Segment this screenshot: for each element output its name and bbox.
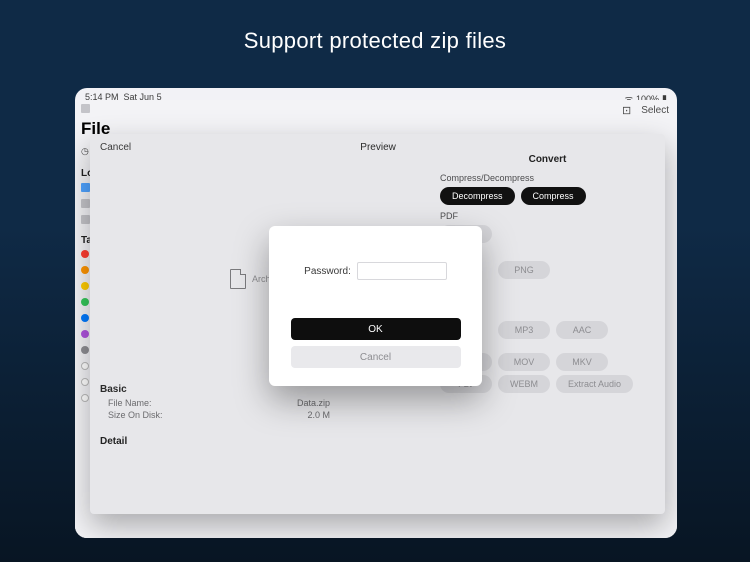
tag-dot-green [81,298,89,306]
ok-button[interactable]: OK [291,318,461,340]
tag-dot-generic [81,378,89,386]
password-modal: Password: OK Cancel [269,226,482,386]
compress-subheading: Compress/Decompress [440,173,655,183]
select-button[interactable]: Select [641,105,669,116]
filename-value: Data.zip [297,398,330,408]
filename-label: File Name: [108,398,152,408]
tag-dot-yellow [81,282,89,290]
folder-icon [81,199,90,208]
mkv-button[interactable]: MKV [556,353,608,371]
filename-row: File Name: Data.zip [100,397,330,409]
extract-audio-button[interactable]: Extract Audio [556,375,633,393]
tag-dot-generic [81,394,89,402]
tag-dot-white [81,362,89,370]
promo-title: Support protected zip files [0,0,750,54]
trash-icon [81,215,90,224]
png-button[interactable]: PNG [498,261,550,279]
mov-button[interactable]: MOV [498,353,550,371]
password-label: Password: [304,266,351,277]
aac-button[interactable]: AAC [556,321,608,339]
cloud-icon [81,183,90,192]
file-icon [230,269,246,289]
ipad-screen: 5:14 PM Sat Jun 5 ᯤ 100% ▮ ⊡ Select File… [75,88,677,538]
webm-button[interactable]: WEBM [498,375,550,393]
tag-dot-orange [81,266,89,274]
basic-info: Basic File Name: Data.zip Size On Disk: … [100,384,330,421]
mp3-button[interactable]: MP3 [498,321,550,339]
password-input[interactable] [357,262,447,280]
cast-icon[interactable]: ⊡ [622,104,631,117]
tag-dot-blue [81,314,89,322]
decompress-button[interactable]: Decompress [440,187,515,205]
size-value: 2.0 M [307,410,330,420]
sidebar-toggle-icon[interactable] [81,104,90,113]
clock-icon: ◷ [81,146,89,157]
tag-dot-purple [81,330,89,338]
tag-dot-gray [81,346,89,354]
convert-heading: Convert [440,154,655,165]
tag-dot-red [81,250,89,258]
modal-cancel-button[interactable]: Cancel [291,346,461,368]
preview-title: Preview [116,142,640,153]
compress-button[interactable]: Compress [521,187,586,205]
base-toolbar: ⊡ Select [622,104,669,117]
size-row: Size On Disk: 2.0 M [100,409,330,421]
size-label: Size On Disk: [108,410,163,420]
detail-heading: Detail [100,436,127,447]
pdf-subheading: PDF [440,211,655,221]
